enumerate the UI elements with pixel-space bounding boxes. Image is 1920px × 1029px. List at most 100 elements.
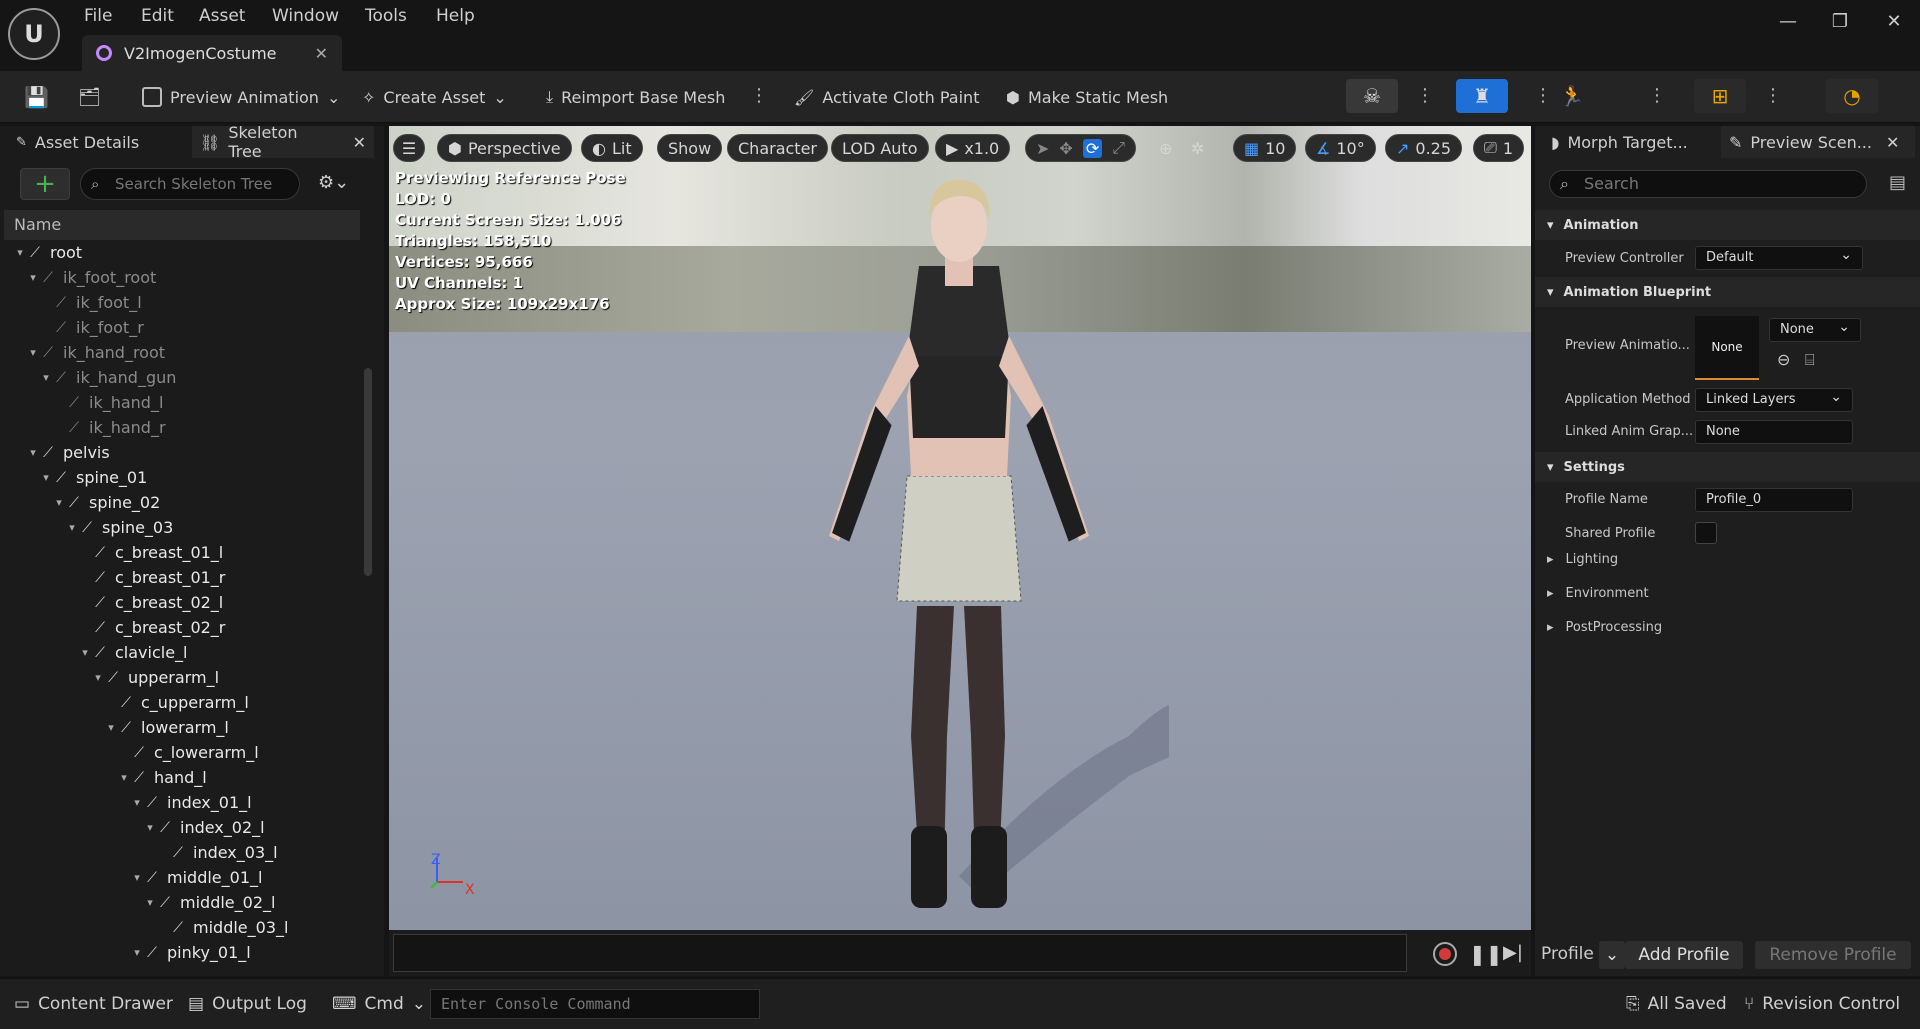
- tree-row-ik_hand_r[interactable]: ⟋ ik_hand_r: [53, 415, 165, 440]
- tree-row-clavicle_l[interactable]: ▾ ⟋ clavicle_l: [79, 640, 187, 665]
- rotate-icon[interactable]: ⟳: [1082, 138, 1103, 158]
- tree-row-root[interactable]: ▾ ⟋ root: [14, 240, 82, 265]
- tree-row-middle_03_l[interactable]: ⟋ middle_03_l: [157, 915, 288, 940]
- section-animation-blueprint[interactable]: ▾ Animation Blueprint: [1535, 277, 1920, 307]
- animation-mode-button[interactable]: 🏃: [1546, 79, 1598, 113]
- tree-row-index_03_l[interactable]: ⟋ index_03_l: [157, 840, 277, 865]
- content-drawer-button[interactable]: ▭ Content Drawer: [14, 989, 173, 1019]
- activate-cloth-paint-button[interactable]: 🖌 Activate Cloth Paint: [788, 81, 985, 113]
- blueprint-mode-options-icon[interactable]: ⋮: [1764, 85, 1782, 107]
- tree-row-index_02_l[interactable]: ▾ ⟋ index_02_l: [144, 815, 264, 840]
- record-button[interactable]: [1433, 942, 1457, 966]
- reimport-options-icon[interactable]: ⋮: [750, 85, 768, 107]
- close-window-icon[interactable]: ✕: [1874, 8, 1914, 36]
- all-saved-button[interactable]: ⎘ All Saved: [1626, 989, 1727, 1019]
- expand-arrow-icon[interactable]: ▾: [27, 346, 39, 359]
- preview-animation-dropdown[interactable]: None: [1769, 316, 1861, 342]
- expand-arrow-icon[interactable]: ▾: [118, 771, 130, 784]
- tree-row-pelvis[interactable]: ▾ ⟋ pelvis: [27, 440, 109, 465]
- menu-file[interactable]: File: [84, 4, 112, 28]
- add-socket-button[interactable]: +: [20, 168, 70, 200]
- make-static-mesh-button[interactable]: ⬢ Make Static Mesh: [1000, 81, 1174, 113]
- play-speed-button[interactable]: ▶ x1.0: [935, 134, 1011, 162]
- tree-row-c_breast_02_r[interactable]: ⟋ c_breast_02_r: [79, 615, 225, 640]
- expand-arrow-icon[interactable]: ▾: [144, 896, 156, 909]
- restore-icon[interactable]: ❐: [1820, 8, 1860, 36]
- close-tab-icon[interactable]: ✕: [315, 44, 328, 63]
- tab-skeleton-tree[interactable]: ⛓ Skeleton Tree ✕: [192, 123, 374, 161]
- menu-window[interactable]: Window: [272, 4, 339, 28]
- gear-icon[interactable]: ⚙⌄: [318, 172, 349, 193]
- profile-name-field[interactable]: Profile_0: [1695, 488, 1853, 512]
- tree-row-index_01_l[interactable]: ▾ ⟋ index_01_l: [131, 790, 251, 815]
- expand-arrow-icon[interactable]: ▾: [40, 371, 52, 384]
- local-space-icon[interactable]: ⊕: [1149, 134, 1182, 162]
- tree-row-c_breast_01_l[interactable]: ⟋ c_breast_01_l: [79, 540, 223, 565]
- expand-arrow-icon[interactable]: ▾: [79, 646, 91, 659]
- tab-morph-targets[interactable]: ◗ Morph Target...: [1543, 126, 1696, 158]
- tree-row-c_breast_02_l[interactable]: ⟋ c_breast_02_l: [79, 590, 223, 615]
- perspective-button[interactable]: ⬢ Perspective: [437, 134, 572, 162]
- close-tab-icon[interactable]: ✕: [1886, 133, 1899, 152]
- menu-tools[interactable]: Tools: [365, 4, 407, 28]
- skeleton-search-input[interactable]: ⌕ Search Skeleton Tree: [80, 168, 300, 200]
- expand-arrow-icon[interactable]: ▾: [66, 521, 78, 534]
- section-settings[interactable]: ▾ Settings: [1535, 452, 1920, 482]
- tree-scrollbar[interactable]: [364, 368, 372, 576]
- console-input[interactable]: Enter Console Command: [430, 989, 760, 1019]
- expand-arrow-icon[interactable]: ▾: [131, 871, 143, 884]
- step-forward-icon[interactable]: ▶|: [1503, 942, 1523, 963]
- angle-snap-button[interactable]: ∡ 10°: [1305, 134, 1376, 162]
- lod-button[interactable]: LOD Auto: [831, 134, 929, 162]
- name-column-header[interactable]: Name: [4, 210, 360, 240]
- tree-row-ik_foot_l[interactable]: ⟋ ik_foot_l: [40, 290, 142, 315]
- tree-row-lowerarm_l[interactable]: ▾ ⟋ lowerarm_l: [105, 715, 229, 740]
- show-button[interactable]: Show: [657, 134, 723, 162]
- expand-arrow-icon[interactable]: ▾: [144, 821, 156, 834]
- tree-row-c_breast_01_r[interactable]: ⟋ c_breast_01_r: [79, 565, 225, 590]
- grid-snap-button[interactable]: ▦ 10: [1233, 134, 1297, 162]
- viewport-menu-button[interactable]: ☰: [393, 134, 425, 162]
- output-log-button[interactable]: ▤ Output Log: [188, 989, 307, 1019]
- scale-icon[interactable]: ⤢: [1112, 138, 1125, 158]
- camera-speed-button[interactable]: ⎚ 1: [1473, 134, 1524, 162]
- surface-snap-icon[interactable]: ✲: [1181, 134, 1214, 162]
- animation-mode-options-icon[interactable]: ⋮: [1648, 85, 1666, 107]
- tree-row-ik_hand_l[interactable]: ⟋ ik_hand_l: [53, 390, 163, 415]
- revision-control-button[interactable]: ⑂ Revision Control: [1744, 989, 1900, 1019]
- add-profile-button[interactable]: Add Profile: [1625, 941, 1743, 969]
- profile-dropdown[interactable]: ⌄: [1599, 941, 1625, 969]
- remove-profile-button[interactable]: Remove Profile: [1755, 941, 1911, 969]
- expand-arrow-icon[interactable]: ▾: [53, 496, 65, 509]
- tab-preview-scene[interactable]: ✎ Preview Scen... ✕: [1721, 126, 1915, 158]
- expand-arrow-icon[interactable]: ▾: [131, 946, 143, 959]
- scale-snap-button[interactable]: ↗ 0.25: [1385, 134, 1463, 162]
- preview-controller-dropdown[interactable]: Default: [1695, 244, 1863, 270]
- browse-folder-icon[interactable]: ⌸: [1805, 350, 1815, 370]
- tree-row-c_lowerarm_l[interactable]: ⟋ c_lowerarm_l: [118, 740, 259, 765]
- browse-button[interactable]: 🗂: [72, 81, 107, 113]
- section-postprocessing[interactable]: ▸ PostProcessing: [1535, 612, 1920, 642]
- tree-row-c_upperarm_l[interactable]: ⟋ c_upperarm_l: [105, 690, 249, 715]
- select-icon[interactable]: ➤: [1036, 139, 1049, 158]
- pause-icon[interactable]: ❚❚: [1469, 942, 1503, 966]
- tab-asset-details[interactable]: ✎ Asset Details: [8, 126, 147, 158]
- tree-row-spine_01[interactable]: ▾ ⟋ spine_01: [40, 465, 147, 490]
- menu-edit[interactable]: Edit: [141, 4, 174, 28]
- tree-row-middle_02_l[interactable]: ▾ ⟋ middle_02_l: [144, 890, 275, 915]
- tree-row-spine_02[interactable]: ▾ ⟋ spine_02: [53, 490, 160, 515]
- viewport[interactable]: ☰ ⬢ Perspective ◐ Lit Show Character LOD A…: [389, 126, 1531, 930]
- cmd-dropdown[interactable]: ⌨ Cmd ⌄: [332, 989, 426, 1019]
- section-animation[interactable]: ▾ Animation: [1535, 210, 1920, 240]
- minimize-icon[interactable]: —: [1768, 8, 1808, 36]
- use-selected-icon[interactable]: ⊖: [1777, 350, 1790, 369]
- timeline-track[interactable]: [393, 934, 1407, 972]
- skeletal-mesh-mode-button[interactable]: ♜: [1456, 79, 1508, 113]
- expand-arrow-icon[interactable]: ▾: [27, 271, 39, 284]
- skeleton-mode-button[interactable]: ☠: [1346, 79, 1398, 113]
- section-environment[interactable]: ▸ Environment: [1535, 578, 1920, 608]
- preview-search-input[interactable]: ⌕ Search: [1549, 170, 1867, 198]
- expand-arrow-icon[interactable]: ▾: [131, 796, 143, 809]
- reimport-base-mesh-button[interactable]: ⤓ Reimport Base Mesh: [540, 81, 731, 113]
- save-button[interactable]: 💾: [18, 81, 55, 113]
